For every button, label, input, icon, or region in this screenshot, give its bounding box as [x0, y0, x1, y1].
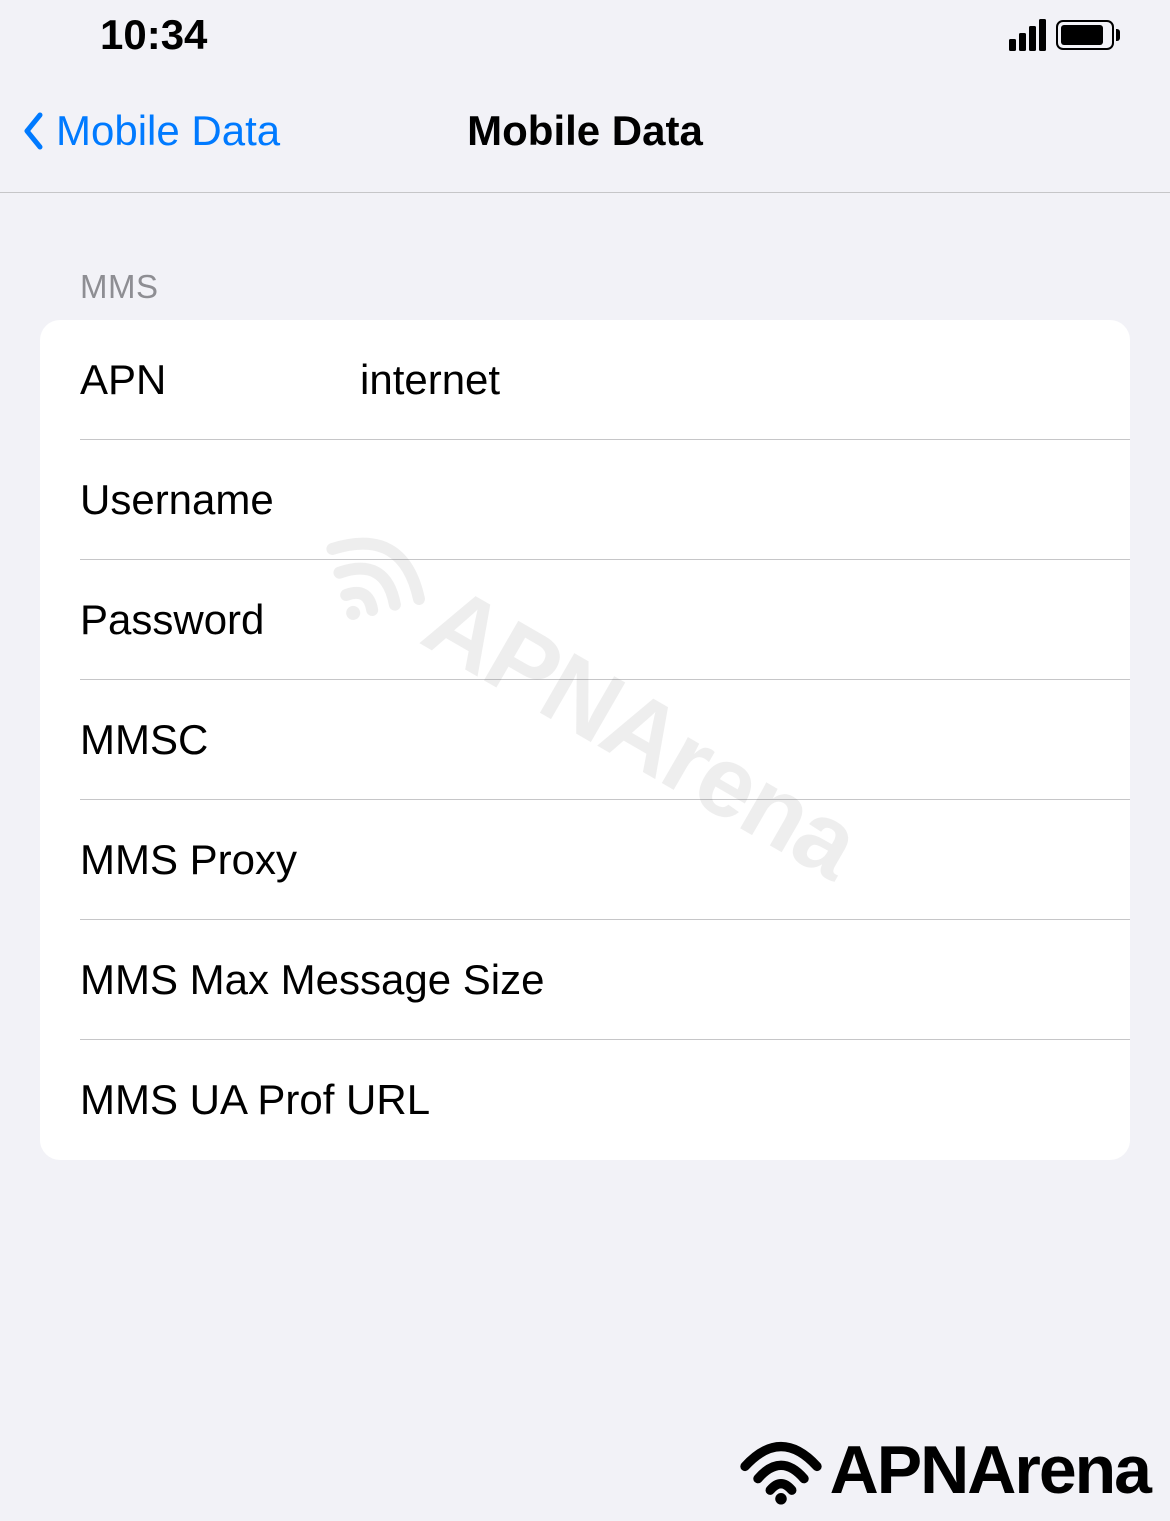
footer-brand: APNArena [736, 1431, 1150, 1509]
mmsc-label: MMSC [80, 716, 360, 764]
row-username[interactable]: Username [40, 440, 1130, 560]
wifi-icon [736, 1434, 826, 1506]
mms-proxy-input[interactable] [360, 836, 1090, 884]
apn-label: APN [80, 356, 360, 404]
row-apn[interactable]: APN [40, 320, 1130, 440]
row-mms-proxy[interactable]: MMS Proxy [40, 800, 1130, 920]
page-title: Mobile Data [467, 107, 703, 155]
row-mms-ua-prof[interactable]: MMS UA Prof URL [40, 1040, 1130, 1160]
password-label: Password [80, 596, 360, 644]
mms-max-size-label: MMS Max Message Size [80, 956, 1090, 1004]
nav-bar: Mobile Data Mobile Data [0, 70, 1170, 193]
status-bar: 10:34 [0, 0, 1170, 70]
username-input[interactable] [360, 476, 1090, 524]
row-mms-max-size[interactable]: MMS Max Message Size [40, 920, 1130, 1040]
mmsc-input[interactable] [360, 716, 1090, 764]
settings-card: APN Username Password MMSC MMS Proxy MMS… [40, 320, 1130, 1160]
battery-icon [1056, 20, 1120, 50]
status-icons [1009, 19, 1120, 51]
footer-brand-text: APNArena [830, 1431, 1150, 1509]
back-label: Mobile Data [56, 107, 280, 155]
chevron-left-icon [20, 109, 46, 153]
status-time: 10:34 [100, 11, 207, 59]
row-mmsc[interactable]: MMSC [40, 680, 1130, 800]
mms-ua-prof-label: MMS UA Prof URL [80, 1076, 1090, 1124]
password-input[interactable] [360, 596, 1090, 644]
row-password[interactable]: Password [40, 560, 1130, 680]
username-label: Username [80, 476, 360, 524]
section-header-mms: MMS [0, 193, 1170, 320]
back-button[interactable]: Mobile Data [0, 107, 280, 155]
apn-input[interactable] [360, 356, 1090, 404]
cellular-signal-icon [1009, 19, 1046, 51]
mms-proxy-label: MMS Proxy [80, 836, 360, 884]
